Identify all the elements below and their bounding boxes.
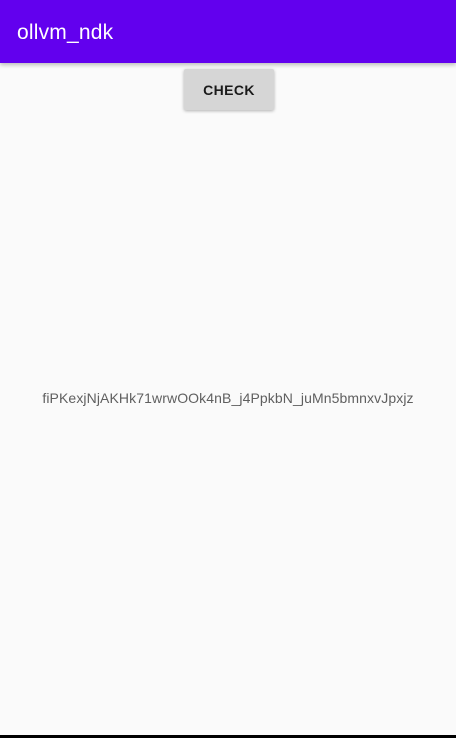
check-button[interactable]: CHECK — [184, 69, 274, 110]
result-text: fiPKexjNjAKHk71wrwOOk4nB_j4PpkbN_juMn5bm… — [42, 390, 414, 406]
app-title: ollvm_ndk — [17, 20, 114, 44]
app-bar: ollvm_ndk — [0, 0, 456, 63]
app-screen: ollvm_ndk CHECK fiPKexjNjAKHk71wrwOOk4nB… — [0, 0, 456, 738]
